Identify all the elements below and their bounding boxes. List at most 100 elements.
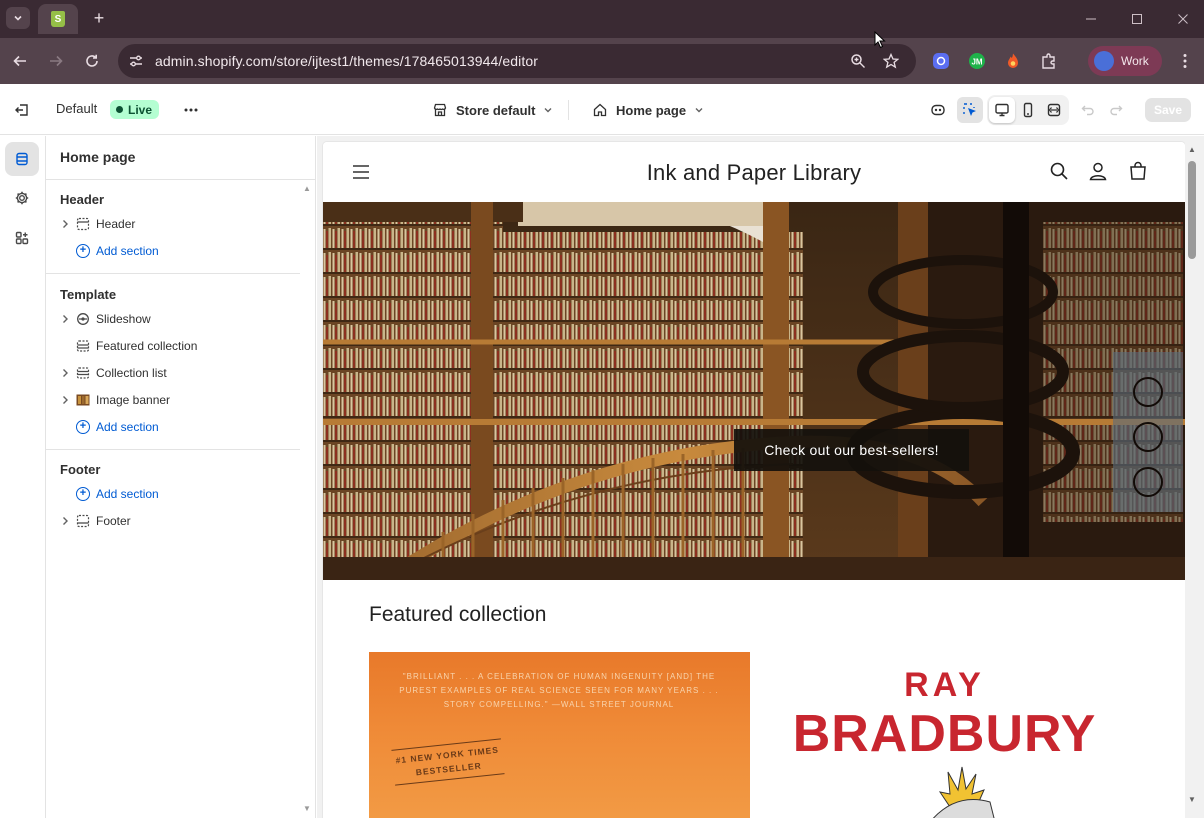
select-cursor-icon — [963, 103, 976, 116]
account-button[interactable] — [1088, 161, 1110, 183]
star-icon — [883, 53, 899, 69]
divider — [46, 449, 300, 450]
editor-rail — [0, 136, 46, 818]
section-row-header[interactable]: Header — [60, 212, 300, 236]
storefront-preview: Ink and Paper Library Check out our best… — [323, 142, 1185, 818]
add-section-label: Add section — [96, 420, 159, 434]
reload-icon — [86, 54, 98, 67]
add-section-header-button[interactable]: + Add section — [76, 240, 159, 262]
browser-tab-active[interactable]: S — [38, 4, 78, 34]
fullscreen-preview-button[interactable] — [1041, 97, 1067, 123]
section-label: Collection list — [96, 366, 167, 380]
scroll-down-icon[interactable]: ▼ — [1188, 796, 1196, 804]
maximize-button[interactable] — [1126, 8, 1148, 30]
minimize-icon — [1086, 18, 1096, 20]
undo-button[interactable] — [1075, 97, 1101, 123]
chevron-down-icon — [695, 108, 703, 113]
page-picker[interactable]: Home page — [592, 99, 704, 121]
scrollbar-thumb[interactable] — [1188, 161, 1196, 259]
site-info-icon[interactable] — [126, 51, 146, 71]
avatar — [1094, 51, 1114, 71]
store-search-button[interactable] — [1049, 161, 1071, 183]
live-dot-icon — [116, 106, 123, 113]
cart-icon — [1130, 161, 1146, 180]
chevron-right-icon[interactable] — [60, 393, 70, 407]
topbar-divider — [568, 100, 569, 120]
section-row-footer[interactable]: Footer — [60, 509, 300, 533]
rail-apps-button[interactable] — [5, 221, 39, 255]
apps-icon — [15, 231, 29, 245]
bookmark-button[interactable] — [881, 51, 901, 71]
chevron-right-icon[interactable] — [60, 312, 70, 326]
exit-icon — [15, 104, 28, 116]
sidekick-button[interactable] — [925, 97, 951, 123]
gear-icon — [15, 191, 29, 205]
section-row-collection-list[interactable]: Collection list — [60, 361, 300, 385]
mobile-preview-button[interactable] — [1015, 97, 1041, 123]
minimize-button[interactable] — [1080, 8, 1102, 30]
tab-search-button[interactable] — [6, 7, 30, 29]
chevron-down-icon — [14, 15, 22, 21]
list-icon — [76, 366, 90, 380]
sections-icon — [16, 152, 28, 166]
theme-actions-button[interactable] — [180, 99, 202, 121]
chevron-right-icon[interactable] — [60, 217, 70, 231]
profile-label: Work — [1121, 54, 1149, 68]
flame-ext-icon[interactable] — [1002, 50, 1024, 72]
redo-button[interactable] — [1103, 97, 1129, 123]
extensions-puzzle-icon[interactable] — [1038, 50, 1060, 72]
address-bar[interactable]: admin.shopify.com/store/ijtest1/themes/1… — [118, 44, 916, 78]
close-icon — [1178, 14, 1188, 24]
jm-ext-icon[interactable]: JM — [966, 50, 988, 72]
hero-cta-button[interactable]: Check out our best-sellers! — [734, 429, 969, 471]
zoom-icon — [851, 54, 865, 68]
save-button[interactable]: Save — [1145, 98, 1191, 122]
group-title-footer: Footer — [60, 462, 101, 477]
slideshow-hero[interactable]: Check out our best-sellers! — [323, 202, 1185, 580]
reload-button[interactable] — [81, 50, 103, 72]
new-tab-button[interactable]: + — [88, 7, 110, 29]
forward-button[interactable] — [45, 50, 67, 72]
cart-button[interactable] — [1128, 161, 1150, 183]
section-label: Featured collection — [96, 339, 198, 353]
divider — [46, 179, 316, 180]
add-section-template-button[interactable]: + Add section — [76, 416, 159, 438]
back-button[interactable] — [9, 50, 31, 72]
product-card-book-1[interactable]: "BRILLIANT . . . A CELEBRATION OF HUMAN … — [369, 652, 750, 818]
puzzle-ext-icon[interactable] — [930, 50, 952, 72]
product-card-book-2[interactable]: RAY BRADBURY — [750, 652, 1139, 818]
chevron-right-icon[interactable] — [60, 514, 70, 528]
preview-scrollbar[interactable]: ▲ ▼ — [1185, 142, 1199, 818]
slideshow-icon — [76, 312, 90, 326]
exit-editor-button[interactable] — [14, 100, 34, 120]
chevron-down-icon — [544, 108, 552, 113]
mobile-icon — [1023, 102, 1033, 118]
profile-button[interactable]: Work — [1088, 46, 1162, 76]
close-window-button[interactable] — [1172, 8, 1194, 30]
store-picker[interactable]: Store default — [432, 99, 553, 121]
section-row-featured-collection[interactable]: Featured collection — [60, 334, 300, 358]
scroll-up-icon[interactable]: ▲ — [303, 184, 313, 194]
book-cover-badge: #1 NEW YORK TIMES BESTSELLER — [391, 738, 505, 786]
section-row-image-banner[interactable]: Image banner — [60, 388, 300, 412]
desktop-icon — [995, 103, 1009, 117]
browser-menu-button[interactable] — [1176, 50, 1194, 72]
scroll-up-icon[interactable]: ▲ — [1188, 146, 1196, 154]
more-vertical-icon — [1183, 54, 1187, 68]
chevron-right-icon[interactable] — [60, 366, 70, 380]
more-horizontal-icon — [184, 108, 198, 112]
plus-circle-icon: + — [76, 244, 90, 258]
add-section-footer-button[interactable]: + Add section — [76, 483, 159, 505]
sections-sidebar: Home page ▲ Header Header + Add section … — [46, 136, 316, 818]
group-title-template: Template — [60, 287, 117, 302]
zoom-button[interactable] — [848, 51, 868, 71]
inspector-toggle-button[interactable] — [957, 97, 983, 123]
desktop-preview-button[interactable] — [989, 97, 1015, 123]
group-title-header: Header — [60, 192, 105, 207]
rail-settings-button[interactable] — [5, 181, 39, 215]
rail-sections-button[interactable] — [5, 142, 39, 176]
expand-icon — [1047, 103, 1061, 117]
section-row-slideshow[interactable]: Slideshow — [60, 307, 300, 331]
section-label: Slideshow — [96, 312, 151, 326]
scroll-down-icon[interactable]: ▼ — [303, 804, 313, 814]
